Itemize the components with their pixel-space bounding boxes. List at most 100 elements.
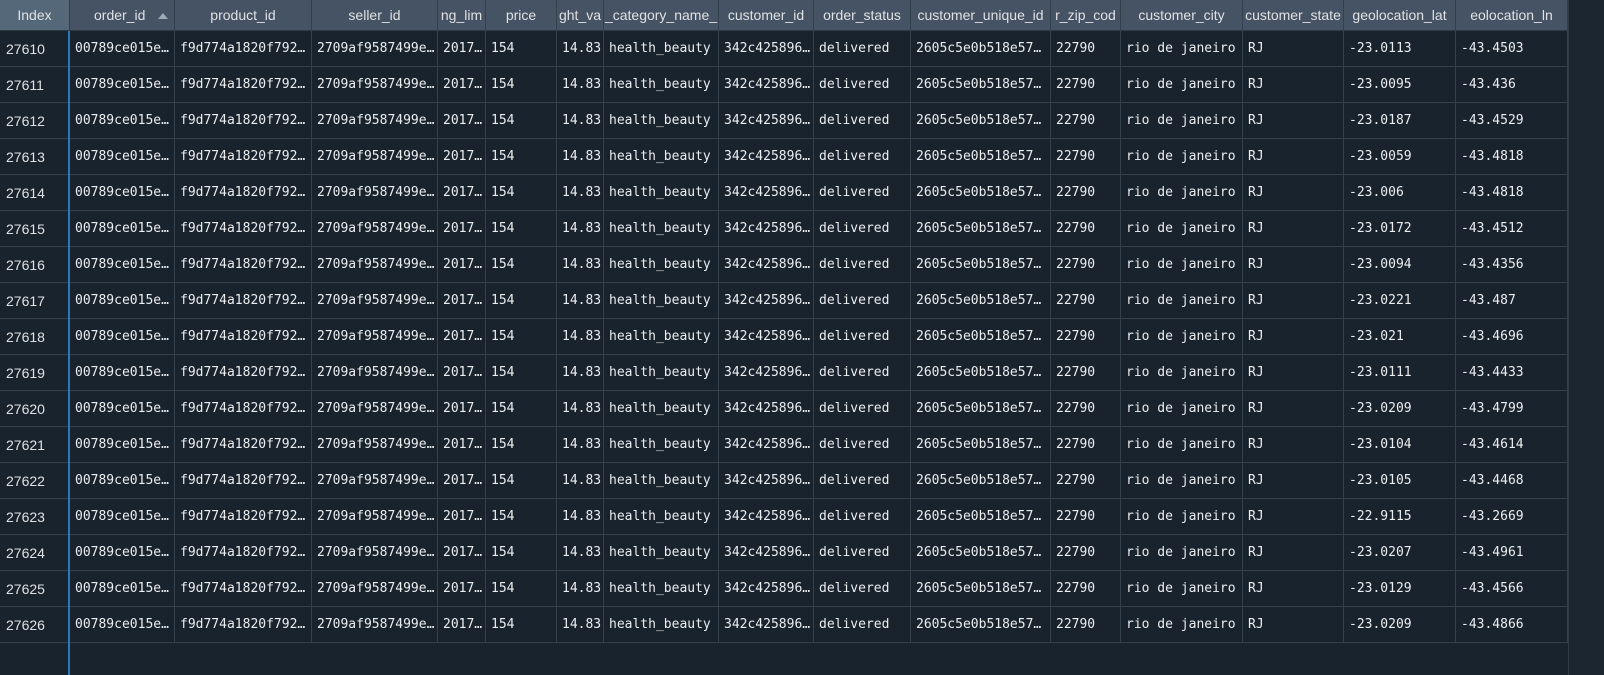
table-cell[interactable]: 2709af9587499e… [312, 571, 438, 607]
table-cell[interactable]: delivered [814, 499, 911, 535]
table-cell[interactable]: -23.0113 [1344, 31, 1456, 67]
table-cell[interactable]: 00789ce015e… [70, 139, 175, 175]
column-header-eolocation-ln[interactable]: eolocation_ln [1456, 0, 1568, 30]
table-cell[interactable]: 22790 [1051, 535, 1121, 571]
table-cell[interactable]: f9d774a1820f792… [175, 175, 312, 211]
table-cell[interactable]: rio de janeiro [1121, 391, 1243, 427]
table-cell[interactable]: 154 [486, 67, 557, 103]
table-cell[interactable]: 342c425896… [719, 67, 814, 103]
table-cell[interactable]: 2605c5e0b518e57… [911, 319, 1051, 355]
table-cell[interactable]: rio de janeiro [1121, 67, 1243, 103]
table-cell[interactable]: delivered [814, 571, 911, 607]
table-row[interactable]: 00789ce015e… f9d774a1820f792… 2709af958749… [70, 67, 1568, 103]
table-cell[interactable]: health_beauty [604, 103, 719, 139]
table-row[interactable]: 00789ce015e… f9d774a1820f792… 2709af958749… [70, 535, 1568, 571]
table-cell[interactable]: rio de janeiro [1121, 355, 1243, 391]
table-row[interactable]: 00789ce015e… f9d774a1820f792… 2709af958749… [70, 139, 1568, 175]
table-cell[interactable]: 14.83 [557, 247, 604, 283]
table-cell[interactable]: rio de janeiro [1121, 247, 1243, 283]
column-header-ng-lim[interactable]: ng_lim [438, 0, 486, 30]
column-header-ght-va[interactable]: ght_va [557, 0, 604, 30]
table-cell[interactable]: RJ [1243, 607, 1344, 643]
table-row[interactable]: 00789ce015e… f9d774a1820f792… 2709af958749… [70, 211, 1568, 247]
table-cell[interactable]: 2017… [438, 571, 486, 607]
table-row[interactable]: 00789ce015e… f9d774a1820f792… 2709af958749… [70, 499, 1568, 535]
row-index[interactable]: 27618 [0, 319, 68, 355]
table-cell[interactable]: f9d774a1820f792… [175, 535, 312, 571]
table-cell[interactable]: 2709af9587499e… [312, 139, 438, 175]
table-cell[interactable]: 342c425896… [719, 463, 814, 499]
table-cell[interactable]: 154 [486, 535, 557, 571]
row-index[interactable]: 27616 [0, 247, 68, 283]
table-cell[interactable]: health_beauty [604, 535, 719, 571]
table-cell[interactable]: RJ [1243, 247, 1344, 283]
table-cell[interactable]: 154 [486, 175, 557, 211]
table-cell[interactable]: -43.4529 [1456, 103, 1568, 139]
column-header-r-zip-cod[interactable]: r_zip_cod [1051, 0, 1121, 30]
row-index[interactable]: 27611 [0, 67, 68, 103]
table-cell[interactable]: 22790 [1051, 31, 1121, 67]
table-cell[interactable]: 14.83 [557, 463, 604, 499]
table-cell[interactable]: 2017… [438, 67, 486, 103]
table-cell[interactable]: rio de janeiro [1121, 607, 1243, 643]
table-cell[interactable]: rio de janeiro [1121, 283, 1243, 319]
table-cell[interactable]: -43.4866 [1456, 607, 1568, 643]
table-cell[interactable]: delivered [814, 319, 911, 355]
table-cell[interactable]: 154 [486, 103, 557, 139]
table-cell[interactable]: 00789ce015e… [70, 571, 175, 607]
table-cell[interactable]: 14.83 [557, 571, 604, 607]
table-cell[interactable]: 22790 [1051, 103, 1121, 139]
table-cell[interactable]: 2709af9587499e… [312, 175, 438, 211]
table-cell[interactable]: 2605c5e0b518e57… [911, 391, 1051, 427]
table-cell[interactable]: -23.021 [1344, 319, 1456, 355]
table-cell[interactable]: 00789ce015e… [70, 319, 175, 355]
table-cell[interactable]: 2709af9587499e… [312, 247, 438, 283]
table-cell[interactable]: 342c425896… [719, 499, 814, 535]
table-cell[interactable]: RJ [1243, 499, 1344, 535]
table-cell[interactable]: -23.0105 [1344, 463, 1456, 499]
table-cell[interactable]: 2709af9587499e… [312, 283, 438, 319]
table-cell[interactable]: 00789ce015e… [70, 247, 175, 283]
table-cell[interactable]: RJ [1243, 319, 1344, 355]
table-cell[interactable]: RJ [1243, 67, 1344, 103]
table-cell[interactable]: -23.0104 [1344, 427, 1456, 463]
table-cell[interactable]: -22.9115 [1344, 499, 1456, 535]
table-cell[interactable]: 2605c5e0b518e57… [911, 463, 1051, 499]
table-cell[interactable]: delivered [814, 175, 911, 211]
table-cell[interactable]: 342c425896… [719, 175, 814, 211]
column-header-seller-id[interactable]: seller_id [312, 0, 438, 30]
table-cell[interactable]: -43.2669 [1456, 499, 1568, 535]
table-row[interactable]: 00789ce015e… f9d774a1820f792… 2709af958749… [70, 31, 1568, 67]
table-cell[interactable]: -43.4799 [1456, 391, 1568, 427]
table-cell[interactable]: delivered [814, 355, 911, 391]
table-cell[interactable]: health_beauty [604, 139, 719, 175]
table-cell[interactable]: 2709af9587499e… [312, 499, 438, 535]
table-cell[interactable]: 2709af9587499e… [312, 427, 438, 463]
table-cell[interactable]: 14.83 [557, 319, 604, 355]
table-cell[interactable]: 2017… [438, 319, 486, 355]
table-cell[interactable]: health_beauty [604, 211, 719, 247]
table-cell[interactable]: 154 [486, 283, 557, 319]
table-cell[interactable]: health_beauty [604, 427, 719, 463]
table-cell[interactable]: RJ [1243, 355, 1344, 391]
row-index[interactable]: 27623 [0, 499, 68, 535]
table-cell[interactable]: health_beauty [604, 391, 719, 427]
table-cell[interactable]: 00789ce015e… [70, 427, 175, 463]
column-header-order-status[interactable]: order_status [814, 0, 911, 30]
table-cell[interactable]: delivered [814, 211, 911, 247]
table-cell[interactable]: 2605c5e0b518e57… [911, 283, 1051, 319]
table-cell[interactable]: f9d774a1820f792… [175, 607, 312, 643]
table-cell[interactable]: delivered [814, 607, 911, 643]
table-row[interactable]: 00789ce015e… f9d774a1820f792… 2709af958749… [70, 103, 1568, 139]
table-cell[interactable]: 342c425896… [719, 211, 814, 247]
row-index[interactable]: 27619 [0, 355, 68, 391]
table-cell[interactable]: 2605c5e0b518e57… [911, 67, 1051, 103]
table-cell[interactable]: 2605c5e0b518e57… [911, 247, 1051, 283]
column-header-customer-state[interactable]: customer_state [1243, 0, 1344, 30]
table-cell[interactable]: -23.0207 [1344, 535, 1456, 571]
table-cell[interactable]: 2605c5e0b518e57… [911, 211, 1051, 247]
table-cell[interactable]: 22790 [1051, 211, 1121, 247]
table-cell[interactable]: rio de janeiro [1121, 319, 1243, 355]
table-cell[interactable]: RJ [1243, 535, 1344, 571]
table-cell[interactable]: RJ [1243, 103, 1344, 139]
